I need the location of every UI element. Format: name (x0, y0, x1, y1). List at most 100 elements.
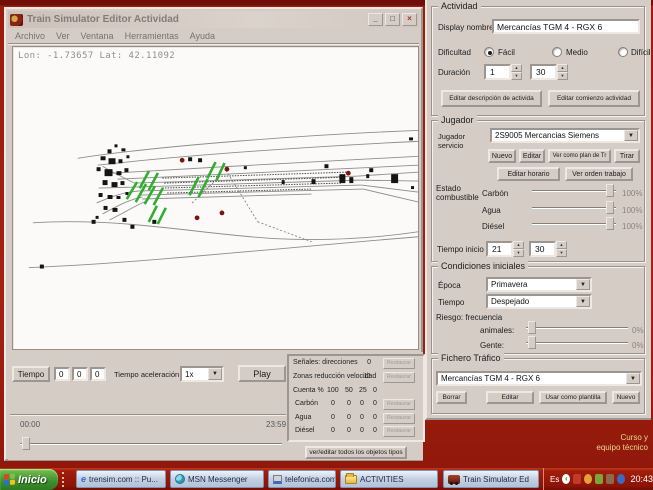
chevron-down-icon[interactable]: ▼ (576, 279, 590, 290)
people-slider-thumb[interactable] (528, 336, 536, 349)
start-hour-spinner[interactable]: 21 ▲▼ (486, 241, 524, 257)
animals-slider[interactable] (526, 321, 628, 335)
app-icon (10, 14, 23, 26)
restore-speedzones-button[interactable]: Restaurar (383, 372, 415, 383)
coal-slider[interactable] (532, 184, 616, 198)
service-edit-button[interactable]: Editar (519, 149, 545, 163)
task-telefonica[interactable]: telefonica.com (268, 470, 336, 488)
timeline-thumb[interactable] (22, 437, 30, 450)
service-view-plan-button[interactable]: Ver como plan de Tr (548, 149, 611, 163)
view-edit-objects-button[interactable]: ver/editar todos los objetos tipos (305, 446, 407, 459)
chevron-down-icon[interactable]: ▼ (208, 368, 222, 380)
tiempo-button[interactable]: Tiempo (12, 366, 50, 382)
spin-up-icon[interactable]: ▲ (511, 64, 522, 72)
service-new-button[interactable]: Nuevo (488, 149, 516, 163)
animals-slider-thumb[interactable] (528, 321, 536, 334)
fuel-state-label-1: Estado (436, 184, 461, 193)
duration-minutes-spinner[interactable]: 30 ▲▼ (530, 64, 568, 80)
system-tray: Es ‹ 20:43 (543, 468, 653, 490)
menu-archivo[interactable]: Archivo (15, 31, 45, 41)
diesel-slider-thumb[interactable] (606, 217, 614, 230)
edit-activity-start-button[interactable]: Editar comienzo actividad (548, 90, 640, 107)
edit-timetable-button[interactable]: Editar horario (497, 167, 560, 181)
close-icon[interactable]: × (402, 13, 417, 26)
route-map-view[interactable]: Lon: -1.73657 Lat: 42.11092 (12, 46, 419, 350)
accel-dropdown[interactable]: 1x ▼ (180, 366, 224, 382)
people-slider[interactable] (526, 336, 628, 350)
menu-ayuda[interactable]: Ayuda (190, 31, 215, 41)
traffic-file-dropdown[interactable]: Mercancías TGM 4 - RGX 6 ▼ (436, 371, 642, 386)
traffic-delete-button[interactable]: Borrar (436, 391, 467, 404)
coal-slider-thumb[interactable] (606, 184, 614, 197)
user-status-icon[interactable] (595, 474, 603, 484)
menu-ver[interactable]: Ver (56, 31, 70, 41)
home-network-icon[interactable] (606, 474, 614, 484)
menu-ventana[interactable]: Ventana (81, 31, 114, 41)
window-titlebar[interactable]: Train Simulator Editor Actividad _ □ × (8, 11, 419, 28)
service-remove-button[interactable]: Tirar (614, 149, 640, 163)
play-button[interactable]: Play (238, 365, 286, 382)
spin-down-icon[interactable]: ▼ (556, 249, 567, 257)
player-service-dropdown[interactable]: 2S9005 Mercancias Siemens ▼ (490, 128, 640, 143)
water-v3: 0 (360, 414, 364, 421)
season-label: Época (438, 281, 461, 290)
radio-dificil[interactable] (618, 47, 628, 57)
start-button-label: Inicio (18, 474, 47, 486)
col-100: 100 (327, 387, 339, 394)
radio-facil[interactable] (484, 47, 494, 57)
antivirus-tray-icon[interactable] (573, 474, 581, 484)
messenger-status-icon[interactable] (584, 474, 592, 484)
time-minutes-field[interactable]: 0 (72, 367, 88, 381)
language-indicator[interactable]: Es (550, 475, 559, 484)
radio-medio[interactable] (552, 47, 562, 57)
restore-signals-button[interactable]: Restaurar (383, 358, 415, 369)
maximize-icon[interactable]: □ (385, 13, 400, 26)
chevron-down-icon[interactable]: ▼ (576, 296, 590, 307)
minimize-icon[interactable]: _ (368, 13, 383, 26)
display-name-label: Display nombre (438, 23, 494, 32)
start-button[interactable]: Inicio (0, 469, 58, 490)
spin-up-icon[interactable]: ▲ (556, 241, 567, 249)
display-name-field[interactable]: Mercancías TGM 4 - RGX 6 (492, 19, 640, 34)
restore-coal-button[interactable]: Restaurar (383, 399, 415, 410)
coal-v2: 0 (347, 400, 351, 407)
task-trensim[interactable]: e trensim.com :: Pu... (76, 470, 166, 488)
menu-herramientas[interactable]: Herramientas (125, 31, 179, 41)
time-hours-field[interactable]: 0 (54, 367, 70, 381)
spin-up-icon[interactable]: ▲ (513, 241, 524, 249)
traffic-edit-button[interactable]: Editar (486, 391, 534, 404)
task-activities-folder[interactable]: ACTIVITIES (340, 470, 438, 488)
network-tray-icon[interactable] (617, 474, 625, 484)
duration-hours-spinner[interactable]: 1 ▲▼ (484, 64, 522, 80)
spin-down-icon[interactable]: ▼ (511, 72, 522, 80)
spin-down-icon[interactable]: ▼ (557, 72, 568, 80)
diesel-slider[interactable] (532, 217, 616, 231)
chevron-down-icon[interactable]: ▼ (624, 130, 638, 141)
task-train-simulator[interactable]: Train Simulator Ed (443, 470, 539, 488)
traffic-template-button[interactable]: Usar como plantilla (539, 391, 607, 404)
route-map-canvas[interactable] (13, 47, 418, 349)
chevron-down-icon[interactable]: ▼ (626, 373, 640, 384)
coordinates-readout: Lon: -1.73657 Lat: 42.11092 (18, 51, 175, 61)
timeline-track[interactable] (20, 443, 282, 445)
traffic-new-button[interactable]: Nuevo (612, 391, 640, 404)
task-msn-messenger[interactable]: MSN Messenger (170, 470, 264, 488)
view-workorder-button[interactable]: Ver orden trabajo (565, 167, 633, 181)
restore-diesel-button[interactable]: Restaurar (383, 426, 415, 437)
weather-dropdown[interactable]: Despejado ▼ (486, 294, 592, 309)
restore-water-button[interactable]: Restaurar (383, 413, 415, 424)
msn-messenger-icon (175, 474, 185, 484)
time-seconds-field[interactable]: 0 (90, 367, 106, 381)
collapse-chevron-icon[interactable]: ‹ (562, 474, 570, 484)
spin-down-icon[interactable]: ▼ (513, 249, 524, 257)
menu-bar: Archivo Ver Ventana Herramientas Ayuda (8, 29, 419, 44)
timeline-slider[interactable] (20, 437, 282, 451)
quick-launch-grip[interactable] (62, 472, 66, 487)
spin-up-icon[interactable]: ▲ (557, 64, 568, 72)
season-dropdown[interactable]: Primavera ▼ (486, 277, 592, 292)
edit-description-button[interactable]: Editar descripción de activida (441, 90, 542, 107)
water-slider-thumb[interactable] (606, 201, 614, 214)
start-minute-spinner[interactable]: 30 ▲▼ (529, 241, 567, 257)
signals-value: 0 (357, 359, 371, 366)
water-slider[interactable] (532, 201, 616, 215)
